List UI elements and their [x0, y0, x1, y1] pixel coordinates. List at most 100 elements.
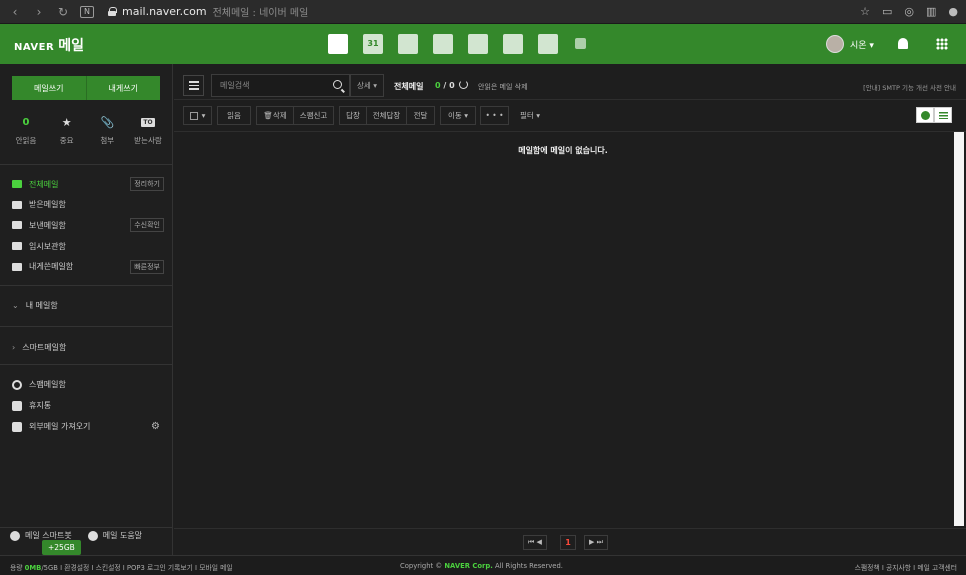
delete-unread-link[interactable]: 안읽은 메일 삭제	[478, 82, 528, 92]
more-actions-button[interactable]: • • •	[480, 106, 509, 125]
quick-label: 첨부	[100, 136, 115, 145]
quick-attachment[interactable]: 📎 첨부	[89, 116, 125, 146]
footer-right-links[interactable]: 스팸정책 I 공지사항 I 메일 고객센터	[855, 562, 957, 572]
read-receipt-button[interactable]: 수신확인	[130, 218, 164, 233]
divider	[0, 164, 173, 165]
smart-mailbox-toggle[interactable]: › 스마트메일함	[12, 342, 66, 353]
page-number[interactable]: 1	[560, 535, 576, 550]
paperclip-icon: 📎	[100, 115, 115, 129]
grid-menu-icon[interactable]	[936, 38, 948, 50]
screenshot-icon[interactable]: ◎	[904, 5, 914, 18]
pagination: ⏮ ◀ 1 ▶ ⏭	[174, 528, 966, 555]
storage-total: /5GB	[41, 564, 58, 572]
spam-folder[interactable]: 스팸메일함	[12, 374, 164, 395]
calendar-app-icon[interactable]	[363, 34, 383, 54]
user-menu[interactable]: 시온 ▾	[826, 35, 874, 53]
quick-unread[interactable]: 0 안읽음	[8, 116, 44, 146]
storage-upgrade-badge[interactable]: +25GB	[42, 540, 81, 555]
reload-icon[interactable]: ↻	[56, 5, 70, 19]
app-header: NAVER 메일 시온 ▾	[0, 24, 966, 64]
reply-all-button[interactable]: 전체답장	[366, 106, 407, 125]
refresh-icon[interactable]	[459, 80, 468, 89]
organize-button[interactable]: 정리하기	[130, 177, 164, 192]
folder-all-mail[interactable]: 전체메일 정리하기	[12, 174, 164, 195]
mail-list: 메일함에 메일이 없습니다.	[174, 132, 952, 528]
quick-to-me[interactable]: TO 받는사람	[130, 116, 166, 146]
prev-page-buttons[interactable]: ⏮ ◀	[523, 535, 547, 550]
forward-button[interactable]: 전달	[406, 106, 435, 125]
divider	[0, 364, 173, 365]
folder-icon	[12, 242, 22, 251]
delete-button[interactable]: 🗑 삭제	[256, 106, 294, 125]
lock-icon	[108, 7, 117, 16]
mybox-app-icon[interactable]	[468, 34, 488, 54]
mail-toolbar: ▾ 읽음 🗑 삭제 스팸신고 답장 전체답장 전달 이동 ▾ • • • 필터 ▾	[174, 100, 966, 132]
contacts-app-icon[interactable]	[433, 34, 453, 54]
quick-label: 받는사람	[134, 136, 162, 145]
count-separator: /	[440, 81, 450, 90]
folder-self-mail[interactable]: 내게쓴메일함 빠른정부	[12, 256, 164, 277]
compose-button[interactable]: 메일쓰기	[12, 76, 87, 100]
naver-mail-logo[interactable]: NAVER 메일	[14, 35, 84, 55]
office-app-icon[interactable]	[503, 34, 523, 54]
more-app-icon[interactable]	[575, 38, 586, 49]
search-input[interactable]	[212, 75, 322, 96]
folder-label: 전체메일	[29, 179, 59, 189]
clock-icon	[920, 110, 930, 120]
notice-link[interactable]: [안내] SMTP 기능 개선 사전 안내	[863, 82, 956, 92]
select-all-checkbox[interactable]: ▾	[183, 106, 212, 125]
cast-icon[interactable]: ▭	[882, 5, 892, 18]
sidebar: 메일쓰기 내게쓰기 0 안읽음 ★ 중요 📎 첨부 TO 받는사람 전체메일 정…	[0, 64, 173, 555]
back-icon[interactable]: ‹	[8, 5, 22, 19]
scrollbar[interactable]	[954, 132, 964, 526]
time-view-button[interactable]	[916, 107, 934, 123]
reader-icon[interactable]: N	[80, 5, 94, 18]
copyright-brand[interactable]: NAVER Corp.	[444, 562, 492, 570]
footer-links[interactable]: I 환경설정 I 스킨설정 I POP3 로그인 기록보기 I 모바일 메일	[58, 564, 233, 572]
sidebar-icon[interactable]: ▥	[926, 5, 936, 18]
profile-icon[interactable]: ●	[948, 5, 958, 18]
next-page-buttons[interactable]: ▶ ⏭	[584, 535, 608, 550]
menu-icon[interactable]	[183, 75, 204, 96]
copyright: Copyright © NAVER Corp. All Rights Reser…	[400, 562, 563, 570]
help-link[interactable]: 메일 도움말	[87, 530, 142, 541]
total-count: 0	[449, 81, 455, 90]
report-spam-button[interactable]: 스팸신고	[293, 106, 334, 125]
compose-buttons: 메일쓰기 내게쓰기	[12, 76, 160, 100]
my-mailbox-toggle[interactable]: ⌄ 내 메일함	[12, 300, 58, 311]
tool-label: 휴지통	[29, 401, 52, 410]
folder-inbox[interactable]: 받은메일함	[12, 195, 164, 216]
trash-folder[interactable]: 휴지통	[12, 395, 164, 416]
import-external-mail[interactable]: 외부메일 가져오기 ⚙	[12, 416, 164, 437]
folder-label: 받은메일함	[29, 200, 66, 210]
search-icon[interactable]	[333, 80, 342, 89]
filter-dropdown[interactable]: 필터 ▾	[516, 106, 544, 125]
folder-drafts[interactable]: 임시보관함	[12, 236, 164, 257]
detail-search-button[interactable]: 상세 ▾	[350, 74, 384, 97]
bell-icon[interactable]	[898, 38, 908, 49]
mark-read-button[interactable]: 읽음	[217, 106, 251, 125]
move-dropdown[interactable]: 이동 ▾	[440, 106, 476, 125]
empty-mailbox-message: 메일함에 메일이 없습니다.	[518, 146, 608, 155]
folder-list: 전체메일 정리하기 받은메일함 보낸메일함 수신확인 임시보관함 내게쓴메일함 …	[12, 174, 164, 277]
write-to-self-button[interactable]: 내게쓰기	[86, 76, 160, 100]
works-app-icon[interactable]	[538, 34, 558, 54]
folder-sent[interactable]: 보낸메일함 수신확인	[12, 215, 164, 236]
inbox-icon	[12, 200, 22, 209]
url-host: mail.naver.com	[122, 5, 207, 18]
quick-attach-button[interactable]: 빠른정부	[130, 259, 164, 274]
reply-button[interactable]: 답장	[339, 106, 367, 125]
bookmark-icon[interactable]: ☆	[860, 5, 870, 18]
memo-app-icon[interactable]	[398, 34, 418, 54]
logo-service: 메일	[58, 38, 84, 54]
mail-app-icon[interactable]	[328, 34, 348, 54]
quick-filters: 0 안읽음 ★ 중요 📎 첨부 TO 받는사람	[8, 116, 166, 146]
import-icon	[12, 421, 22, 432]
gear-icon[interactable]: ⚙	[151, 421, 160, 432]
list-view-button[interactable]	[934, 107, 952, 123]
address-bar[interactable]: mail.naver.com 전체메일 : 네이버 메일	[108, 4, 308, 19]
star-icon: ★	[61, 115, 72, 129]
divider	[0, 285, 173, 286]
forward-icon[interactable]: ›	[32, 5, 46, 19]
quick-important[interactable]: ★ 중요	[49, 116, 85, 146]
